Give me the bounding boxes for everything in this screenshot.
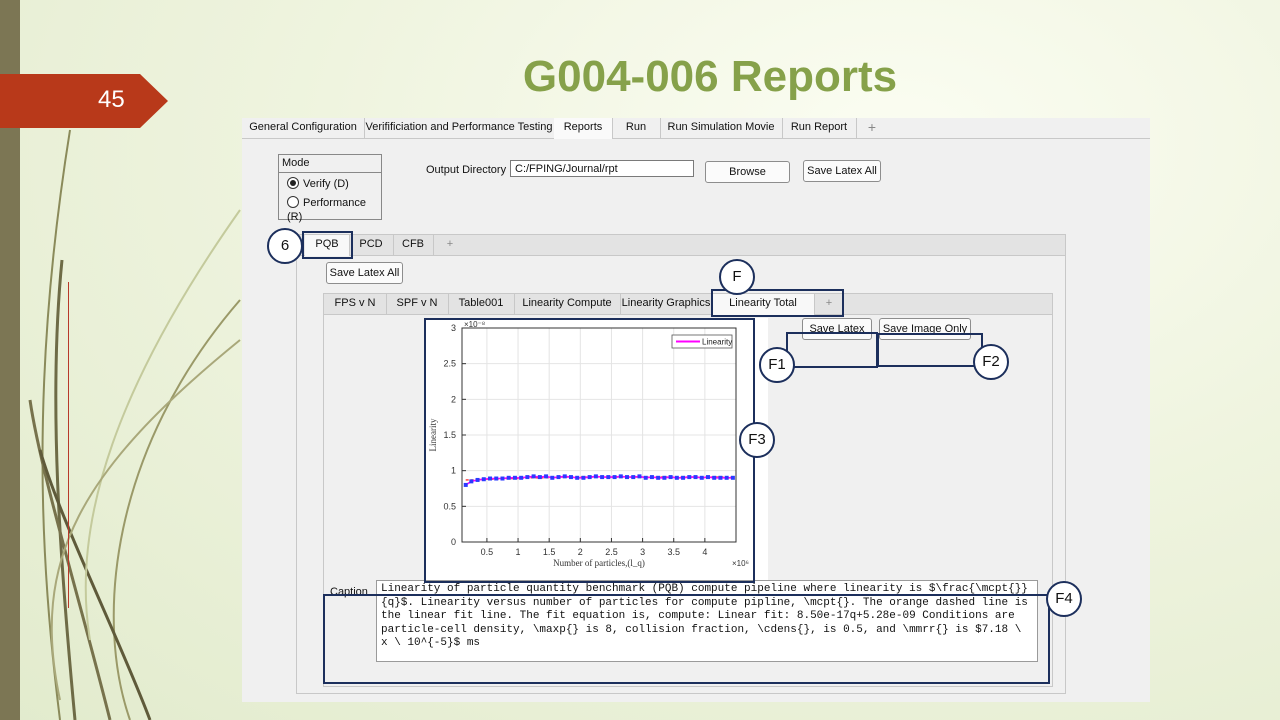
tab-linearity-graphics[interactable]: Linearity Graphics	[620, 294, 713, 314]
tab-spf-v-n[interactable]: SPF v N	[386, 294, 449, 314]
browse-button[interactable]: Browse	[705, 161, 790, 183]
radio-verify[interactable]: Verify (D)	[287, 177, 349, 191]
radio-performance[interactable]: Performance (R)	[287, 196, 381, 223]
benchmark-save-latex-all-button[interactable]: Save Latex All	[326, 262, 403, 284]
radio-selected-icon	[287, 177, 299, 189]
add-benchmark-tab-button[interactable]: +	[433, 235, 467, 255]
tab-run[interactable]: Run	[612, 118, 661, 138]
tab-verification-performance[interactable]: Verifificiation and Performance Testing	[364, 118, 555, 138]
highlight-pqb-tab	[302, 231, 353, 259]
add-tab-button[interactable]: +	[856, 118, 888, 138]
tab-reports[interactable]: Reports	[554, 118, 613, 139]
output-directory-label: Output Directory	[426, 164, 507, 176]
highlight-chart	[424, 318, 755, 583]
tab-table001[interactable]: Table001	[448, 294, 515, 314]
output-directory-input[interactable]: C:/FPING/Journal/rpt	[510, 160, 694, 177]
mode-title: Mode	[279, 155, 381, 173]
radio-unselected-icon	[287, 196, 299, 208]
top-tab-bar: General Configuration Verifificiation an…	[242, 118, 1150, 139]
benchmark-tab-bar: PQB PCD CFB +	[297, 235, 1065, 256]
callout-f1: F1	[759, 347, 795, 383]
report-tab-bar: FPS v N SPF v N Table001 Linearity Compu…	[324, 294, 1052, 315]
tab-linearity-compute[interactable]: Linearity Compute	[514, 294, 621, 314]
radio-verify-label: Verify (D)	[303, 178, 349, 190]
tab-cfb[interactable]: CFB	[393, 235, 434, 255]
tab-pcd[interactable]: PCD	[349, 235, 394, 255]
callout-6: 6	[267, 228, 303, 264]
highlight-save-image-only	[877, 333, 983, 367]
save-latex-all-button[interactable]: Save Latex All	[803, 160, 881, 182]
highlight-save-latex	[786, 332, 878, 368]
callout-f2: F2	[973, 344, 1009, 380]
tab-run-report[interactable]: Run Report	[782, 118, 857, 138]
highlight-caption	[323, 594, 1050, 684]
tab-run-simulation-movie[interactable]: Run Simulation Movie	[660, 118, 783, 138]
slide-red-rule	[68, 282, 69, 608]
mode-group: Mode Verify (D) Performance (R)	[278, 154, 382, 223]
callout-f3: F3	[739, 422, 775, 458]
tab-general-configuration[interactable]: General Configuration	[242, 118, 365, 138]
callout-f: F	[719, 259, 755, 295]
callout-f4: F4	[1046, 581, 1082, 617]
slide-title: G004-006 Reports	[522, 52, 898, 101]
tab-fps-v-n[interactable]: FPS v N	[324, 294, 387, 314]
